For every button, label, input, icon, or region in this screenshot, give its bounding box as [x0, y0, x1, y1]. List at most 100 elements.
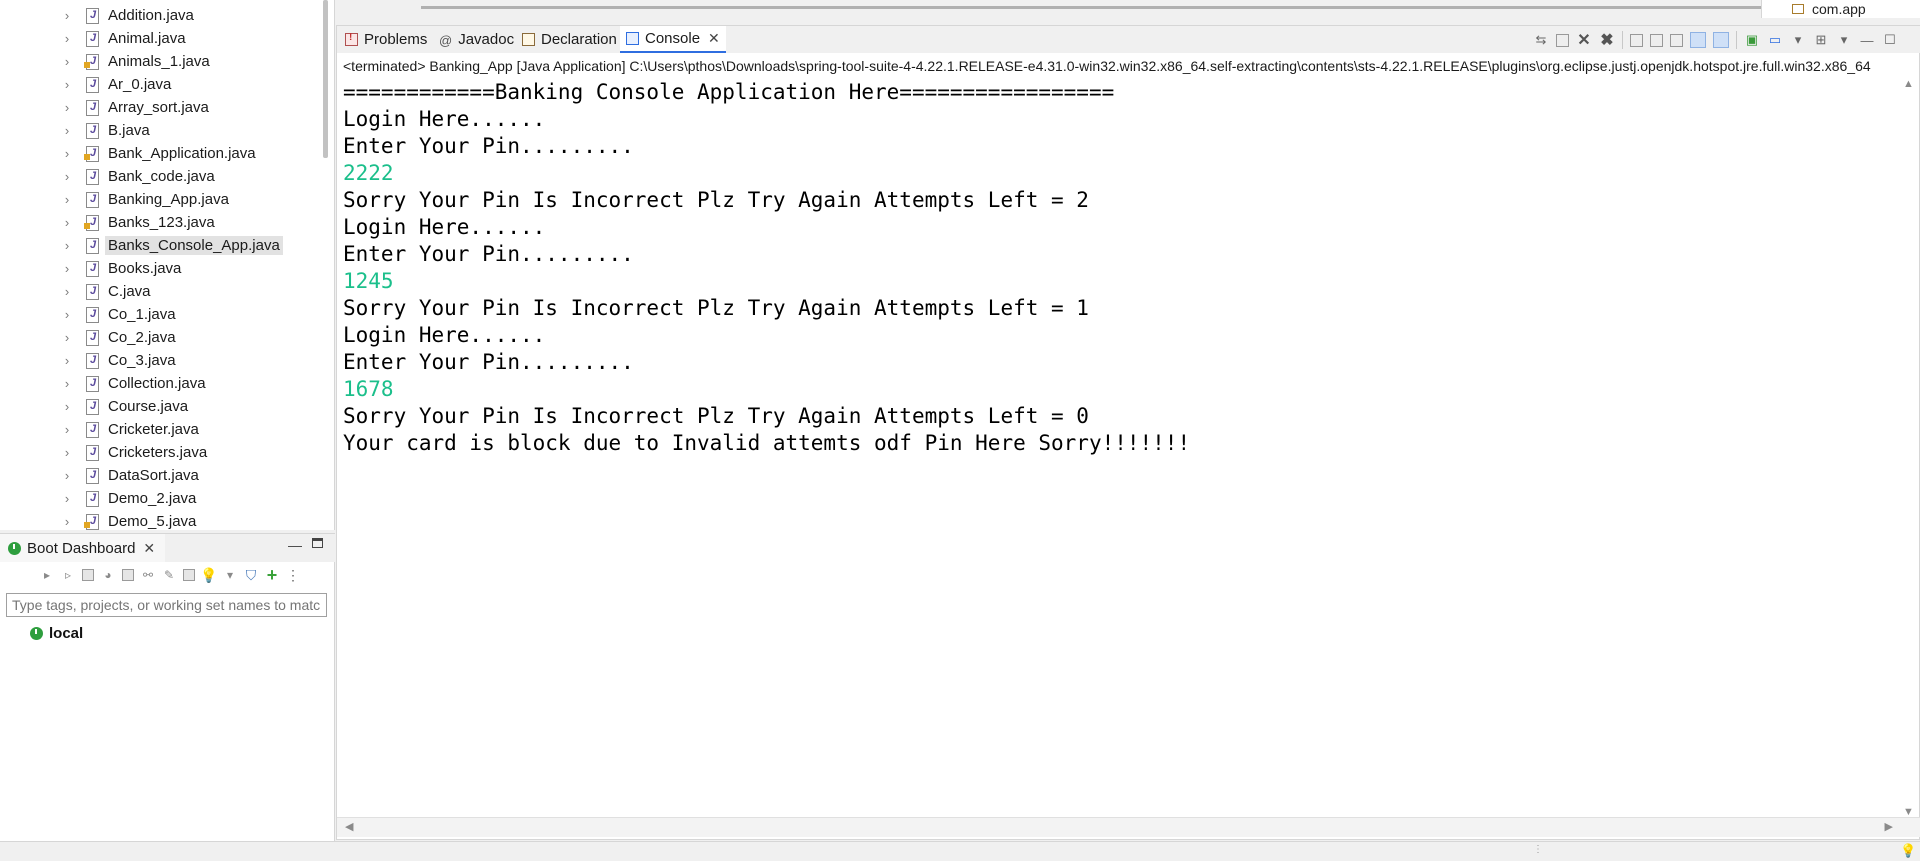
chevron-down-icon[interactable]: ▾	[1790, 32, 1806, 48]
file-name: Array_sort.java	[108, 99, 209, 116]
properties-icon[interactable]	[183, 569, 195, 581]
refresh-icon[interactable]: ◕	[101, 568, 115, 582]
file-tree-item[interactable]: › Demo_5.java	[60, 510, 199, 530]
chevron-right-icon[interactable]: ›	[60, 307, 74, 322]
file-name: Demo_2.java	[108, 490, 197, 507]
chevron-right-icon[interactable]: ›	[60, 31, 74, 46]
explorer-scroll-thumb[interactable]	[323, 0, 328, 158]
close-icon[interactable]: ✕	[708, 30, 720, 47]
lightbulb-icon[interactable]: 💡	[1900, 843, 1916, 859]
chevron-right-icon[interactable]: ›	[60, 353, 74, 368]
file-tree-item[interactable]: › Demo_2.java	[60, 487, 199, 510]
chevron-right-icon[interactable]: ›	[60, 422, 74, 437]
start-icon[interactable]: ▸	[40, 568, 54, 582]
close-icon[interactable]: ✕	[143, 540, 155, 557]
console-horizontal-scrollbar[interactable]: ◀ ▶	[337, 817, 1920, 837]
link-icon[interactable]: ⚯	[141, 568, 155, 582]
stop-icon[interactable]	[82, 569, 94, 581]
tab-boot-dashboard[interactable]: Boot Dashboard ✕	[0, 534, 166, 562]
add-icon[interactable]: +	[265, 565, 279, 585]
scroll-lock-icon[interactable]	[1650, 33, 1663, 47]
console-output[interactable]: ============Banking Console Application …	[343, 79, 1190, 457]
file-tree-item[interactable]: › Bank_Application.java	[60, 142, 259, 165]
chevron-down-icon[interactable]: ▾	[223, 568, 237, 582]
minimize-icon[interactable]: —	[288, 537, 302, 553]
file-tree-item[interactable]: › Co_1.java	[60, 303, 179, 326]
file-tree-item[interactable]: › Co_3.java	[60, 349, 179, 372]
explorer-scrollbar[interactable]	[321, 0, 330, 530]
chevron-right-icon[interactable]: ›	[60, 77, 74, 92]
word-wrap-icon[interactable]	[1670, 33, 1683, 47]
chevron-right-icon[interactable]: ›	[60, 514, 74, 529]
file-tree-item[interactable]: › B.java	[60, 119, 153, 142]
show-on-stderr-icon[interactable]	[1713, 32, 1729, 48]
chevron-right-icon[interactable]: ›	[60, 445, 74, 460]
remove-icon[interactable]: ✕	[1576, 32, 1592, 49]
tab-problems[interactable]: Problems	[339, 26, 433, 53]
debug-icon[interactable]: ▹	[61, 568, 75, 582]
tab-declaration[interactable]: Declaration	[516, 26, 623, 53]
chevron-right-icon[interactable]: ›	[60, 330, 74, 345]
file-tree-item[interactable]: › Banks_123.java	[60, 211, 218, 234]
clear-console-icon[interactable]	[1630, 33, 1643, 47]
minimize-icon[interactable]: —	[1859, 32, 1875, 48]
file-name: Banking_App.java	[108, 191, 229, 208]
file-tree-item[interactable]: › Cricketers.java	[60, 441, 210, 464]
file-tree-item[interactable]: › Animals_1.java	[60, 50, 213, 73]
maximize-icon[interactable]	[312, 538, 323, 548]
remove-launch-icon[interactable]: ⇆	[1533, 32, 1549, 48]
chevron-right-icon[interactable]: ›	[60, 169, 74, 184]
tab-javadoc[interactable]: @ Javadoc	[433, 26, 520, 53]
file-tree-item[interactable]: › DataSort.java	[60, 464, 202, 487]
chevron-right-icon[interactable]: ›	[60, 238, 74, 253]
maximize-icon[interactable]: ☐	[1882, 32, 1898, 48]
scroll-left-icon[interactable]: ◀	[345, 820, 353, 833]
chevron-right-icon[interactable]: ›	[60, 8, 74, 23]
chevron-right-icon[interactable]: ›	[60, 146, 74, 161]
terminate-icon[interactable]	[1556, 33, 1569, 47]
scroll-right-icon[interactable]: ▶	[1885, 820, 1893, 833]
file-tree-item[interactable]: › Books.java	[60, 257, 184, 280]
display-console-icon[interactable]: ▭	[1767, 32, 1783, 48]
show-on-stdout-icon[interactable]	[1690, 32, 1706, 48]
file-tree-item[interactable]: › C.java	[60, 280, 154, 303]
remove-all-icon[interactable]: ✖	[1599, 32, 1615, 49]
file-tree-item[interactable]: › Bank_code.java	[60, 165, 218, 188]
edit-icon[interactable]: ✎	[162, 568, 176, 582]
chevron-right-icon[interactable]: ›	[60, 215, 74, 230]
chevron-right-icon[interactable]: ›	[60, 468, 74, 483]
chevron-right-icon[interactable]: ›	[60, 261, 74, 276]
file-tree-item[interactable]: › Collection.java	[60, 372, 209, 395]
chevron-right-icon[interactable]: ›	[60, 376, 74, 391]
tab-console[interactable]: Console ✕	[620, 26, 726, 53]
boot-search-input[interactable]	[6, 593, 327, 617]
filter-icon[interactable]: ⛉	[244, 567, 258, 583]
more-icon[interactable]: ⋮	[286, 567, 300, 583]
chevron-right-icon[interactable]: ›	[60, 54, 74, 69]
file-tree-item[interactable]: › Animal.java	[60, 27, 189, 50]
chevron-right-icon[interactable]: ›	[60, 123, 74, 138]
local-label: local	[49, 624, 84, 642]
file-tree-item[interactable]: › Banking_App.java	[60, 188, 232, 211]
new-console-icon[interactable]: ⊞	[1813, 32, 1829, 48]
chevron-right-icon[interactable]: ›	[60, 491, 74, 506]
console-vertical-scrollbar[interactable]: ▲ ▼	[1901, 78, 1915, 818]
file-tree-item[interactable]: › Array_sort.java	[60, 96, 212, 119]
chevron-right-icon[interactable]: ›	[60, 284, 74, 299]
chevron-right-icon[interactable]: ›	[60, 100, 74, 115]
file-tree-item[interactable]: › Addition.java	[60, 4, 197, 27]
file-tree-item[interactable]: › Course.java	[60, 395, 191, 418]
lightbulb-icon[interactable]: 💡	[200, 567, 217, 583]
file-tree-item[interactable]: › Cricketer.java	[60, 418, 202, 441]
console-icon[interactable]	[122, 569, 134, 581]
chevron-right-icon[interactable]: ›	[60, 399, 74, 414]
outline-item[interactable]: com.app	[1812, 1, 1866, 17]
file-tree-item[interactable]: › Co_2.java	[60, 326, 179, 349]
chevron-right-icon[interactable]: ›	[60, 192, 74, 207]
file-tree-item[interactable]: › Ar_0.java	[60, 73, 174, 96]
scroll-up-icon[interactable]: ▲	[1903, 78, 1914, 90]
local-target[interactable]: local	[30, 622, 83, 644]
file-tree-item[interactable]: › Banks_Console_App.java	[60, 234, 283, 257]
pin-console-icon[interactable]: ▣	[1744, 32, 1760, 48]
chevron-down-icon[interactable]: ▾	[1836, 32, 1852, 48]
